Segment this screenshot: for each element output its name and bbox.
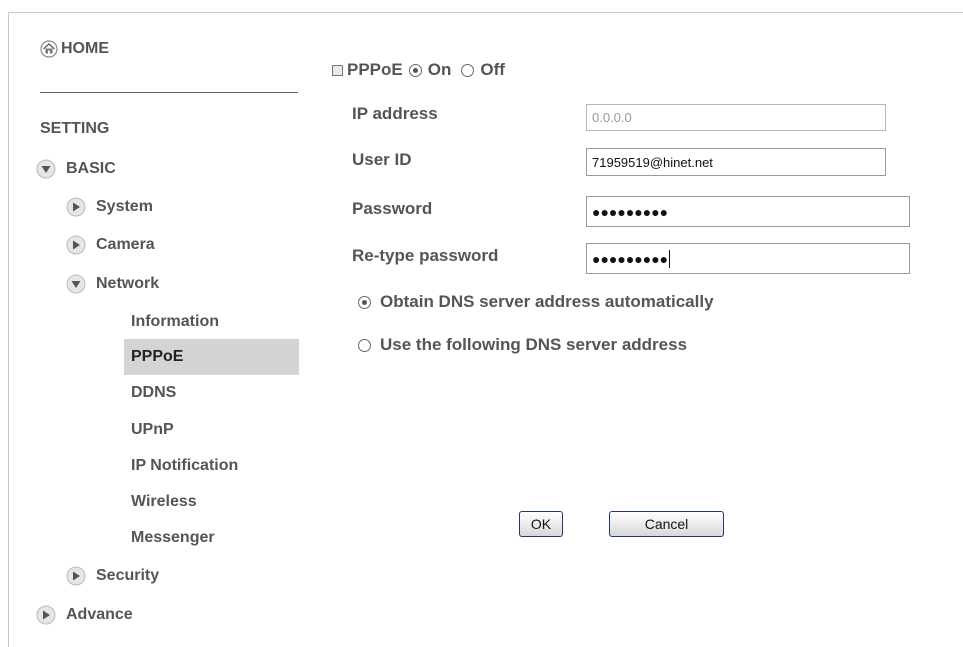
password-field[interactable]: ●●●●●●●●● xyxy=(586,196,910,227)
sidebar-item-information[interactable]: Information xyxy=(124,304,219,340)
cancel-button[interactable]: Cancel xyxy=(609,511,724,537)
retype-password-mask: ●●●●●●●●● xyxy=(592,250,669,267)
home-icon xyxy=(40,40,58,58)
dns-manual-label[interactable]: Use the following DNS server address xyxy=(380,335,687,355)
dns-manual-radio[interactable] xyxy=(358,338,371,352)
chevron-right-icon xyxy=(66,235,86,255)
sidebar-item-messenger[interactable]: Messenger xyxy=(124,520,215,556)
frame-top-border xyxy=(8,12,963,13)
ip-address-field: 0.0.0.0 xyxy=(586,104,886,131)
sidebar-item-camera[interactable]: Camera xyxy=(66,235,155,255)
sidebar-divider xyxy=(40,92,298,93)
pppoe-off-label[interactable]: Off xyxy=(480,60,505,80)
pppoe-on-label[interactable]: On xyxy=(428,60,452,80)
home-label: HOME xyxy=(61,40,109,57)
ip-address-label: IP address xyxy=(352,104,438,123)
sidebar-item-security[interactable]: Security xyxy=(66,566,159,586)
pppoe-off-radio[interactable] xyxy=(461,63,475,77)
sidebar-item-label: BASIC xyxy=(66,160,116,177)
pppoe-toggle-row: PPPoE On Off xyxy=(332,60,505,80)
chevron-down-icon xyxy=(66,274,86,294)
setting-heading: SETTING xyxy=(40,120,110,137)
chevron-right-icon xyxy=(66,566,86,586)
sidebar-item-upnp[interactable]: UPnP xyxy=(124,412,174,448)
pppoe-on-radio[interactable] xyxy=(408,63,422,77)
sidebar-item-label: System xyxy=(96,198,153,215)
password-label: Password xyxy=(352,199,433,218)
ok-button[interactable]: OK xyxy=(519,511,563,537)
home-link[interactable]: HOME xyxy=(40,40,109,58)
sidebar-item-ip-notification[interactable]: IP Notification xyxy=(124,448,238,484)
sidebar-item-label: Network xyxy=(96,275,160,292)
chevron-right-icon xyxy=(66,197,86,217)
sidebar-item-pppoe[interactable]: PPPoE xyxy=(124,339,299,375)
text-caret xyxy=(669,249,671,268)
user-id-label: User ID xyxy=(352,150,412,169)
section-square-icon xyxy=(332,64,343,76)
user-id-field[interactable]: 71959519@hinet.net xyxy=(586,148,886,176)
sidebar-item-label: Security xyxy=(96,567,160,584)
sidebar-item-label: Camera xyxy=(96,236,155,253)
sidebar-item-wireless[interactable]: Wireless xyxy=(124,484,197,520)
chevron-down-icon xyxy=(36,159,56,179)
user-id-value: 71959519@hinet.net xyxy=(592,154,713,170)
frame-left-border xyxy=(8,12,9,647)
pppoe-label: PPPoE xyxy=(347,60,403,79)
retype-password-label: Re-type password xyxy=(352,246,499,265)
sidebar-item-ddns[interactable]: DDNS xyxy=(124,375,176,411)
chevron-right-icon xyxy=(36,605,56,625)
retype-password-field[interactable]: ●●●●●●●●● xyxy=(586,243,910,274)
dns-manual-option[interactable]: Use the following DNS server address xyxy=(358,335,687,355)
dns-auto-option[interactable]: Obtain DNS server address automatically xyxy=(358,292,714,312)
sidebar-item-label: Advance xyxy=(66,606,133,623)
dns-auto-label[interactable]: Obtain DNS server address automatically xyxy=(380,292,714,312)
ip-address-value: 0.0.0.0 xyxy=(592,110,632,125)
sidebar-item-advance[interactable]: Advance xyxy=(36,605,133,625)
dns-auto-radio[interactable] xyxy=(358,295,371,309)
sidebar-item-basic[interactable]: BASIC xyxy=(36,159,116,179)
sidebar-item-system[interactable]: System xyxy=(66,197,153,217)
sidebar-item-network[interactable]: Network xyxy=(66,274,159,294)
password-mask: ●●●●●●●●● xyxy=(592,203,669,220)
